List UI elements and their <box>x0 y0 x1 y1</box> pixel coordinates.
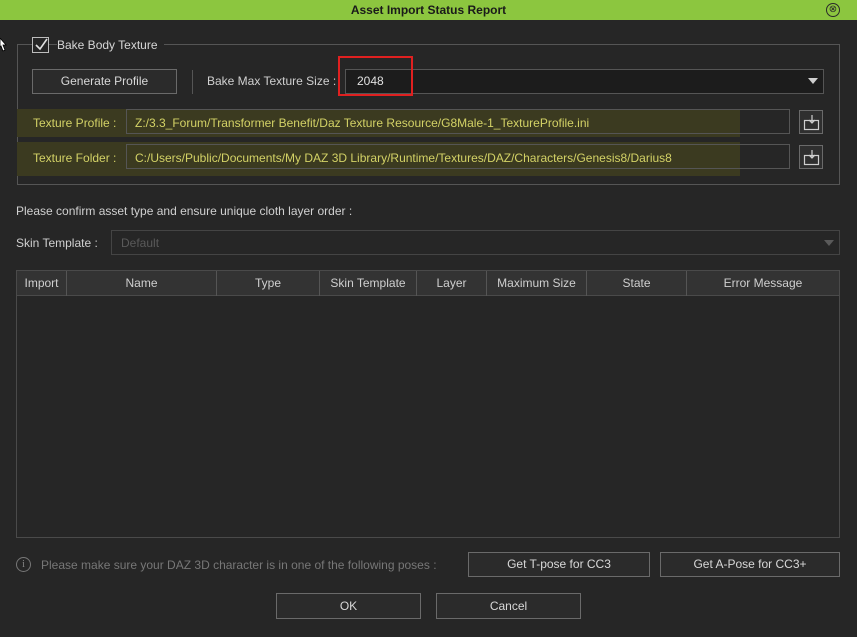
info-icon: i <box>16 557 31 572</box>
column-header-skin-template[interactable]: Skin Template <box>320 271 417 296</box>
generate-profile-button[interactable]: Generate Profile <box>32 69 177 94</box>
confirm-instructions: Please confirm asset type and ensure uni… <box>16 204 353 218</box>
bake-body-texture-checkbox[interactable] <box>32 37 49 53</box>
texture-folder-label: Texture Folder : <box>33 151 117 165</box>
column-header-type[interactable]: Type <box>217 271 320 296</box>
table-header: Import Name Type Skin Template Layer Max… <box>17 271 839 296</box>
bake-body-texture-label: Bake Body Texture <box>57 38 164 52</box>
title-bar: Asset Import Status Report <box>0 0 857 20</box>
checkmark-icon <box>35 38 48 51</box>
folder-open-icon <box>803 115 820 131</box>
column-header-state[interactable]: State <box>587 271 687 296</box>
skin-template-value: Default <box>121 236 160 250</box>
column-header-name[interactable]: Name <box>67 271 217 296</box>
texture-folder-value: C:/Users/Public/Documents/My DAZ 3D Libr… <box>135 151 672 165</box>
close-icon[interactable]: ⊗ <box>826 3 840 17</box>
column-header-import[interactable]: Import <box>17 271 67 296</box>
column-header-layer[interactable]: Layer <box>417 271 487 296</box>
skin-template-label: Skin Template : <box>16 236 98 250</box>
asset-table <box>16 270 840 538</box>
texture-folder-browse-button[interactable] <box>799 145 823 169</box>
bake-max-texture-size-label: Bake Max Texture Size : <box>207 74 337 88</box>
get-tpose-button[interactable]: Get T-pose for CC3 <box>468 552 650 577</box>
annotation-highlight-box <box>338 56 413 96</box>
divider <box>192 70 193 94</box>
bake-max-texture-size-dropdown[interactable] <box>345 69 824 94</box>
texture-profile-browse-button[interactable] <box>799 110 823 134</box>
chevron-down-icon[interactable] <box>808 78 818 84</box>
get-apose-button[interactable]: Get A-Pose for CC3+ <box>660 552 840 577</box>
cancel-button[interactable]: Cancel <box>436 593 581 619</box>
texture-profile-value: Z:/3.3_Forum/Transformer Benefit/Daz Tex… <box>135 116 590 130</box>
pose-instructions: Please make sure your DAZ 3D character i… <box>41 558 437 572</box>
ok-button[interactable]: OK <box>276 593 421 619</box>
texture-profile-label: Texture Profile : <box>33 116 117 130</box>
column-header-maximum-size[interactable]: Maximum Size <box>487 271 587 296</box>
skin-template-dropdown[interactable] <box>111 230 840 255</box>
mouse-cursor-icon <box>0 38 7 52</box>
window-title: Asset Import Status Report <box>350 3 507 17</box>
column-header-error-message[interactable]: Error Message <box>687 271 839 296</box>
chevron-down-icon[interactable] <box>824 240 834 246</box>
folder-open-icon <box>803 150 820 166</box>
